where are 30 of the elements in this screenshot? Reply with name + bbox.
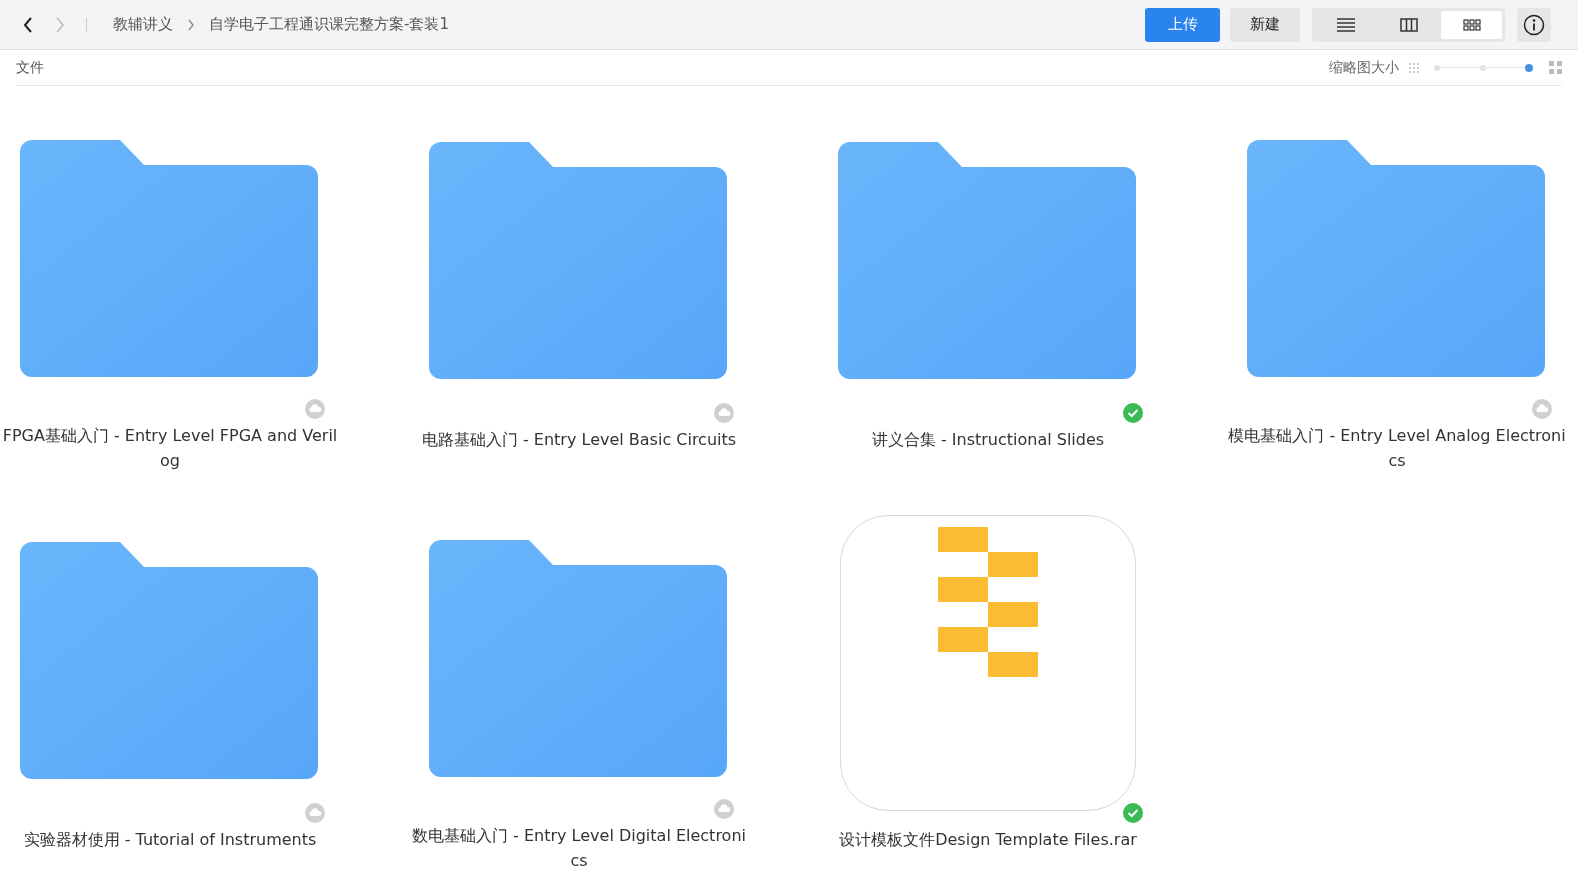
file-name: 模电基础入门 - Entry Level Analog Electronics (1227, 425, 1567, 472)
section-title: 文件 (16, 58, 44, 77)
grid-view-button[interactable] (1441, 10, 1502, 39)
breadcrumb-current: 自学电子工程通识课完整方案-套装1 (209, 15, 449, 34)
breadcrumb-link[interactable]: 教辅讲义 (113, 15, 173, 34)
columns-icon (1399, 17, 1418, 32)
thumbnail-size-label: 缩略图大小 (1329, 58, 1399, 77)
file-name: 讲义合集 - Instructional Slides (870, 429, 1106, 451)
folder-icon[interactable] (429, 540, 729, 777)
archive-file-icon[interactable] (840, 515, 1136, 811)
file-name: FPGA基础入门 - Entry Level FPGA and Verilog (1, 425, 339, 472)
folder-icon[interactable] (1247, 140, 1547, 377)
small-grid-icon (1409, 62, 1419, 73)
file-name: 数电基础入门 - Entry Level Digital Electronics (411, 825, 747, 872)
grid-icon (1462, 18, 1481, 31)
folder-icon[interactable] (429, 142, 729, 379)
large-grid-icon (1549, 61, 1562, 74)
upload-button[interactable]: 上传 (1145, 7, 1220, 42)
folder-icon[interactable] (20, 140, 320, 377)
chevron-icon (187, 18, 195, 31)
file-name: 实验器材使用 - Tutorial of Instruments (22, 829, 318, 851)
info-icon (1523, 13, 1545, 36)
file-name: 电路基础入门 - Entry Level Basic Circuits (420, 429, 738, 451)
file-name: 设计模板文件Design Template Files.rar (838, 829, 1138, 851)
folder-icon[interactable] (20, 542, 320, 779)
info-button[interactable] (1517, 7, 1551, 42)
slider-thumb[interactable] (1525, 63, 1533, 72)
folder-icon[interactable] (838, 142, 1138, 379)
list-icon (1336, 17, 1355, 32)
new-button[interactable]: 新建 (1230, 7, 1300, 42)
